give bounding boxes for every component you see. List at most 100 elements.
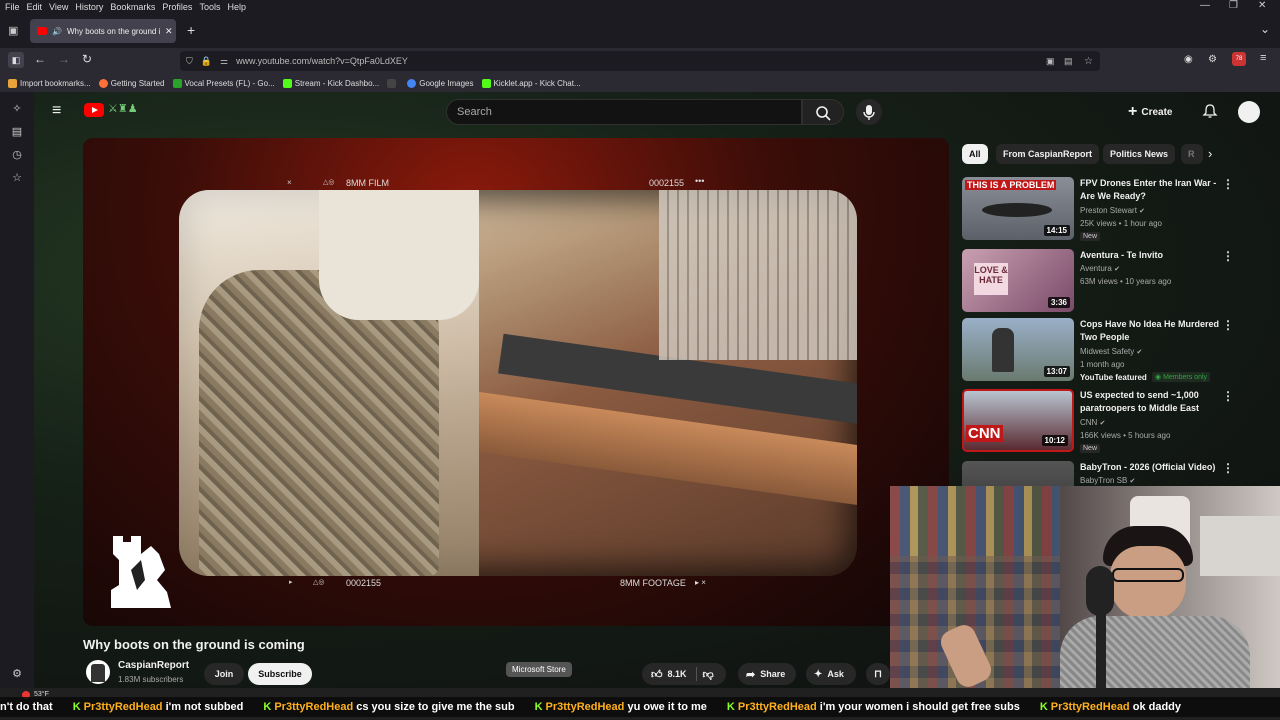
search-input[interactable]: Search [446, 99, 802, 125]
bookmark-star-icon[interactable]: ☆ [1084, 56, 1093, 67]
voice-search-button[interactable] [856, 99, 882, 125]
ask-button[interactable]: ✦ Ask [806, 663, 856, 685]
search-button[interactable] [802, 99, 844, 125]
more-options-icon[interactable]: ⋮ [1222, 177, 1234, 191]
menu-help[interactable]: Help [227, 2, 246, 12]
tab-active[interactable]: 🔊 Why boots on the ground i ✕ [30, 19, 176, 43]
chip-label: All [969, 149, 981, 159]
kick-icon: K [263, 701, 272, 713]
app-menu-icon[interactable]: ≡ [1260, 52, 1266, 64]
video-thumbnail[interactable]: 13:07 [962, 318, 1074, 381]
settings-gear-icon[interactable]: ⚙ [10, 667, 24, 681]
chat-username: Pr3ttyRedHead [83, 701, 163, 713]
share-icon: ➦ [746, 668, 756, 681]
video-thumbnail[interactable] [962, 461, 1074, 487]
shield-icon[interactable]: ⛉ [186, 56, 193, 67]
video-thumbnail[interactable]: THIS IS A PROBLEM 14:15 [962, 177, 1074, 240]
tab-overflow-icon[interactable]: ⌄ [1260, 22, 1270, 36]
duration-badge: 10:12 [1041, 435, 1068, 446]
back-icon[interactable]: ← [34, 52, 46, 66]
like-icon[interactable]: 👍︎ [651, 668, 663, 681]
chevron-right-icon[interactable]: › [1208, 146, 1212, 161]
share-button[interactable]: ➦ Share [738, 663, 796, 685]
new-tab-icon[interactable]: + [187, 22, 195, 38]
menu-view[interactable]: View [49, 2, 68, 12]
like-count[interactable]: 8.1K [668, 669, 687, 679]
chip-politics-news[interactable]: Politics News [1103, 144, 1176, 164]
channel-name[interactable]: CaspianReport [118, 660, 189, 671]
bookmarks-icon[interactable]: ☆ [10, 171, 24, 185]
recommendation-item[interactable]: 13:07 Cops Have No Idea He Murdered Two … [962, 318, 1252, 382]
tab-list-icon[interactable]: ▣ [8, 24, 18, 37]
overlay-top-left: 8MM FILM [346, 178, 390, 188]
video-thumbnail[interactable]: CNN 10:12 [962, 389, 1074, 452]
youtube-logo-icon[interactable] [84, 103, 104, 117]
bookmark-item[interactable]: Google Images [407, 78, 474, 88]
tab-close-icon[interactable]: ✕ [165, 26, 173, 37]
video-player[interactable]: × △◎ 8MM FILM 0002155 ••• ▸ △◎ 0002155 8… [83, 138, 949, 626]
bookmark-item[interactable]: Getting Started [98, 78, 165, 88]
more-options-icon[interactable]: ⋮ [1222, 461, 1234, 475]
more-options-icon[interactable]: ⋮ [1222, 249, 1234, 263]
minimize-icon[interactable]: — [1200, 0, 1210, 11]
menu-edit[interactable]: Edit [27, 2, 43, 12]
synced-tabs-icon[interactable]: ▤ [10, 125, 24, 139]
restore-icon[interactable]: ❐ [1229, 0, 1238, 11]
subscribe-button[interactable]: Subscribe [248, 663, 312, 685]
close-window-icon[interactable]: ✕ [1258, 0, 1266, 11]
more-options-icon[interactable]: ⋮ [1222, 318, 1234, 332]
bookmark-item[interactable]: Stream - Kick Dashbo... [282, 78, 379, 88]
like-dislike-group: 👍︎ 8.1K 👎︎ [642, 663, 726, 685]
chip-from-caspianreport[interactable]: From CaspianReport [996, 144, 1100, 164]
recommendation-item[interactable]: LOVE & HATE 3:36 Aventura - Te Invito Av… [962, 249, 1252, 313]
account-icon[interactable]: ◉ [1184, 54, 1193, 65]
notification-badge[interactable]: 78 [1232, 52, 1246, 66]
chip-all[interactable]: All [962, 144, 988, 164]
video-thumbnail[interactable]: LOVE & HATE 3:36 [962, 249, 1074, 312]
video-title: Why boots on the ground is coming [83, 637, 305, 652]
menu-profiles[interactable]: Profiles [162, 2, 192, 12]
hamburger-menu-icon[interactable]: ≡ [52, 102, 61, 120]
person-shape [992, 328, 1014, 372]
bookmark-item[interactable]: Kicklet.app - Kick Chat... [481, 78, 581, 88]
pip-icon[interactable]: ▣ [1046, 56, 1055, 67]
join-button[interactable]: Join [204, 663, 244, 685]
dislike-icon[interactable]: 👎︎ [703, 668, 714, 681]
history-icon[interactable]: ◷ [10, 148, 24, 162]
channel-avatar[interactable] [86, 660, 110, 684]
recommendation-title: Aventura - Te Invito [1080, 250, 1164, 260]
bookmark-label: Vocal Presets (FL) - Go... [184, 78, 275, 88]
doodle-logo-icon[interactable]: ⚔♜♟ [108, 102, 138, 115]
recommendation-item[interactable]: BabyTron - 2026 (Official Video) BabyTro… [962, 461, 1252, 487]
subscribe-label: Subscribe [258, 669, 302, 679]
reload-icon[interactable]: ↻ [82, 52, 92, 66]
extensions-icon[interactable]: ⚙ [1208, 54, 1217, 65]
avatar[interactable] [1238, 101, 1260, 123]
youtube-favicon-icon [37, 27, 47, 35]
bookmark-item[interactable]: S [387, 78, 399, 88]
speaker-icon[interactable]: 🔊 [52, 27, 62, 36]
notifications-bell-icon[interactable] [1202, 103, 1218, 119]
more-options-icon[interactable]: ⋮ [1222, 389, 1234, 403]
ai-chat-icon[interactable]: ✧ [10, 102, 24, 116]
menu-tools[interactable]: Tools [199, 2, 220, 12]
create-button[interactable]: + Create [1128, 101, 1172, 123]
recommendation-item[interactable]: THIS IS A PROBLEM 14:15 FPV Drones Enter… [962, 177, 1252, 241]
permissions-icon[interactable]: ⚌ [220, 56, 228, 67]
lock-icon[interactable]: 🔒 [201, 56, 212, 67]
bookmark-item[interactable]: Vocal Presets (FL) - Go... [172, 78, 275, 88]
bookmark-item[interactable]: Import bookmarks... [8, 78, 91, 88]
chat-username: Pr3ttyRedHead [545, 701, 625, 713]
recommendation-item[interactable]: CNN 10:12 US expected to send ~1,000 par… [962, 389, 1252, 453]
kick-icon: K [1039, 701, 1048, 713]
menu-history[interactable]: History [75, 2, 103, 12]
url-bar[interactable]: ⛉ 🔒 ⚌ www.youtube.com/watch?v=QtpFa0LdXE… [180, 51, 1100, 71]
menu-file[interactable]: File [5, 2, 20, 12]
chip-partial[interactable]: R [1181, 144, 1203, 164]
menu-bookmarks[interactable]: Bookmarks [110, 2, 155, 12]
forward-icon[interactable]: → [58, 52, 70, 66]
reader-icon[interactable]: ▤ [1064, 56, 1073, 67]
overlay-bottom-right: 8MM FOOTAGE [620, 578, 686, 588]
save-button[interactable]: ⊓ [866, 663, 890, 685]
sidebar-toggle-icon[interactable]: ◧ [8, 52, 24, 68]
